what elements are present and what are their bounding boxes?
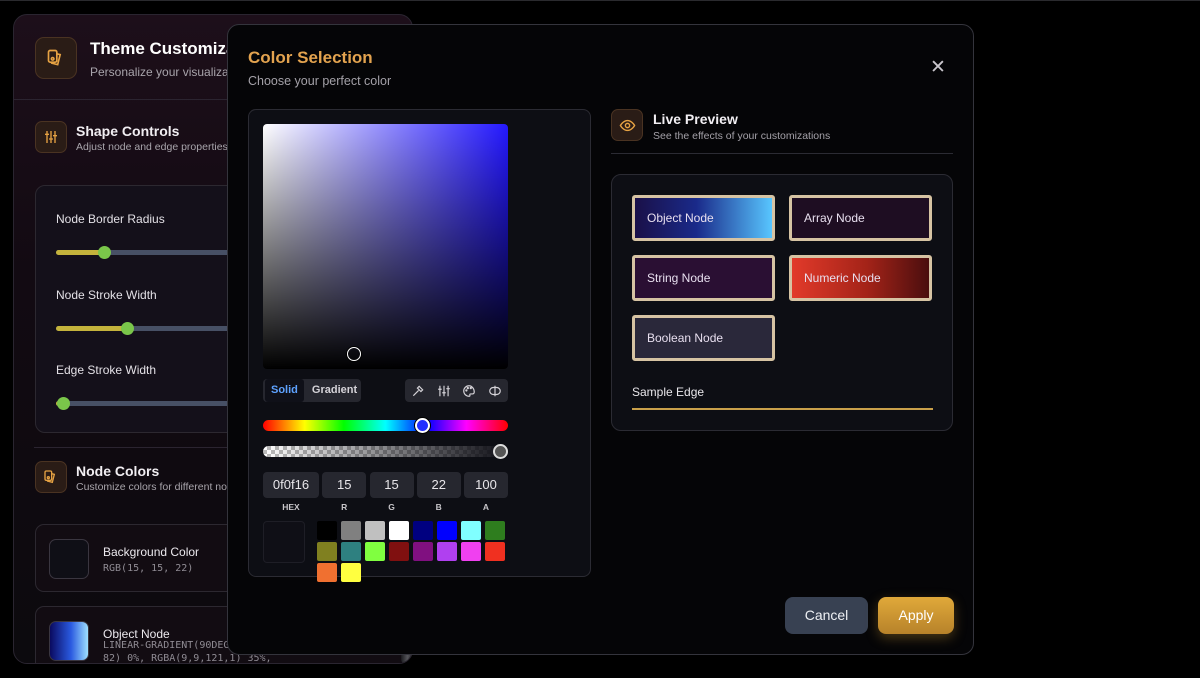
preset-swatch[interactable] bbox=[389, 542, 409, 561]
tab-solid[interactable]: Solid bbox=[265, 379, 304, 402]
apply-button[interactable]: Apply bbox=[878, 597, 954, 634]
numeric-node: Numeric Node bbox=[789, 255, 932, 301]
palette-icon bbox=[35, 37, 77, 79]
r-input-group: 15 R bbox=[322, 472, 367, 512]
b-input[interactable]: 22 bbox=[416, 472, 461, 498]
g-input[interactable]: 15 bbox=[369, 472, 414, 498]
a-input-group: 100 A bbox=[464, 472, 508, 512]
hue-thumb[interactable] bbox=[415, 418, 430, 433]
color-name: Background Color bbox=[103, 545, 200, 559]
preset-swatch[interactable] bbox=[485, 542, 505, 561]
color-swatch[interactable] bbox=[49, 539, 89, 579]
modal-subtitle: Choose your perfect color bbox=[248, 74, 392, 88]
live-preview-title: Live Preview bbox=[653, 111, 738, 127]
current-color-swatch bbox=[263, 521, 305, 563]
input-label: B bbox=[435, 502, 442, 512]
array-node: Array Node bbox=[789, 195, 932, 241]
preset-swatch[interactable] bbox=[413, 542, 433, 561]
preset-swatch[interactable] bbox=[437, 521, 457, 540]
slider-fill bbox=[56, 326, 127, 331]
sample-edge-line bbox=[632, 408, 933, 410]
close-icon[interactable]: ✕ bbox=[927, 57, 949, 79]
hex-input-group: 0f0f16 HEX bbox=[263, 472, 319, 512]
preset-swatch[interactable] bbox=[389, 521, 409, 540]
slider-thumb[interactable] bbox=[57, 397, 70, 410]
picker-tools bbox=[405, 379, 508, 402]
preset-swatch[interactable] bbox=[437, 542, 457, 561]
saturation-value-area[interactable] bbox=[263, 124, 508, 369]
palette-icon[interactable] bbox=[460, 382, 478, 400]
preset-swatch[interactable] bbox=[341, 563, 361, 582]
slider-label: Node Stroke Width bbox=[56, 288, 157, 302]
picker-mode-tabs: Solid Gradient bbox=[263, 379, 361, 402]
input-label: R bbox=[341, 502, 348, 512]
input-label: G bbox=[388, 502, 395, 512]
eye-icon bbox=[611, 109, 643, 141]
preset-swatch[interactable] bbox=[461, 542, 481, 561]
cancel-button[interactable]: Cancel bbox=[785, 597, 868, 634]
sliders-icon bbox=[35, 121, 67, 153]
modal-title: Color Selection bbox=[248, 48, 373, 67]
color-selection-modal: Color Selection Choose your perfect colo… bbox=[227, 24, 974, 655]
panel-subtitle: Personalize your visualization bbox=[90, 65, 249, 79]
alpha-slider[interactable] bbox=[263, 444, 508, 459]
alpha-thumb[interactable] bbox=[493, 444, 508, 459]
alpha-gradient bbox=[263, 446, 508, 457]
color-value: RGB(15, 15, 22) bbox=[103, 563, 194, 574]
input-label: A bbox=[482, 502, 490, 512]
r-input[interactable]: 15 bbox=[322, 472, 367, 498]
color-cursor[interactable] bbox=[347, 347, 361, 361]
node-colors-title: Node Colors bbox=[76, 463, 160, 479]
preset-swatch[interactable] bbox=[413, 521, 433, 540]
hue-slider[interactable] bbox=[263, 418, 508, 433]
live-preview-subtitle: See the effects of your customizations bbox=[653, 130, 831, 142]
shape-controls-subtitle: Adjust node and edge properties bbox=[76, 141, 228, 153]
preset-swatch[interactable] bbox=[365, 521, 385, 540]
hex-input[interactable]: 0f0f16 bbox=[263, 472, 319, 498]
compare-icon[interactable] bbox=[486, 382, 504, 400]
preset-swatch[interactable] bbox=[317, 521, 337, 540]
a-input[interactable]: 100 bbox=[464, 472, 508, 498]
color-value-inputs: 0f0f16 HEX 15 R 15 G 22 B 100 A bbox=[263, 472, 508, 512]
live-preview-divider bbox=[611, 153, 953, 154]
live-preview-card: Object Node Array Node String Node Numer… bbox=[611, 174, 953, 431]
tab-gradient[interactable]: Gradient bbox=[306, 379, 363, 402]
color-swatch[interactable] bbox=[49, 621, 89, 661]
preset-swatches bbox=[317, 521, 508, 582]
preset-swatch[interactable] bbox=[317, 563, 337, 582]
preset-swatch[interactable] bbox=[461, 521, 481, 540]
preset-swatch[interactable] bbox=[365, 542, 385, 561]
string-node: String Node bbox=[632, 255, 775, 301]
slider-thumb[interactable] bbox=[121, 322, 134, 335]
b-input-group: 22 B bbox=[416, 472, 461, 512]
g-input-group: 15 G bbox=[369, 472, 414, 512]
sliders-icon[interactable] bbox=[435, 382, 453, 400]
slider-label: Edge Stroke Width bbox=[56, 363, 157, 377]
slider-thumb[interactable] bbox=[98, 246, 111, 259]
eyedropper-icon[interactable] bbox=[409, 382, 427, 400]
preset-swatch[interactable] bbox=[341, 542, 361, 561]
shape-controls-title: Shape Controls bbox=[76, 123, 180, 139]
color-picker: Solid Gradient 0f0f16 HEX 15 R 15 G 22 B… bbox=[248, 109, 591, 582]
top-divider bbox=[0, 0, 1200, 1]
input-label: HEX bbox=[282, 502, 300, 512]
boolean-node: Boolean Node bbox=[632, 315, 775, 361]
slider-fill bbox=[56, 250, 104, 255]
edge-label: Sample Edge bbox=[632, 385, 705, 399]
slider-label: Node Border Radius bbox=[56, 212, 165, 226]
object-node: Object Node bbox=[632, 195, 775, 241]
preset-swatch[interactable] bbox=[485, 521, 505, 540]
palette-icon bbox=[35, 461, 67, 493]
preset-swatch[interactable] bbox=[341, 521, 361, 540]
preset-swatch[interactable] bbox=[317, 542, 337, 561]
